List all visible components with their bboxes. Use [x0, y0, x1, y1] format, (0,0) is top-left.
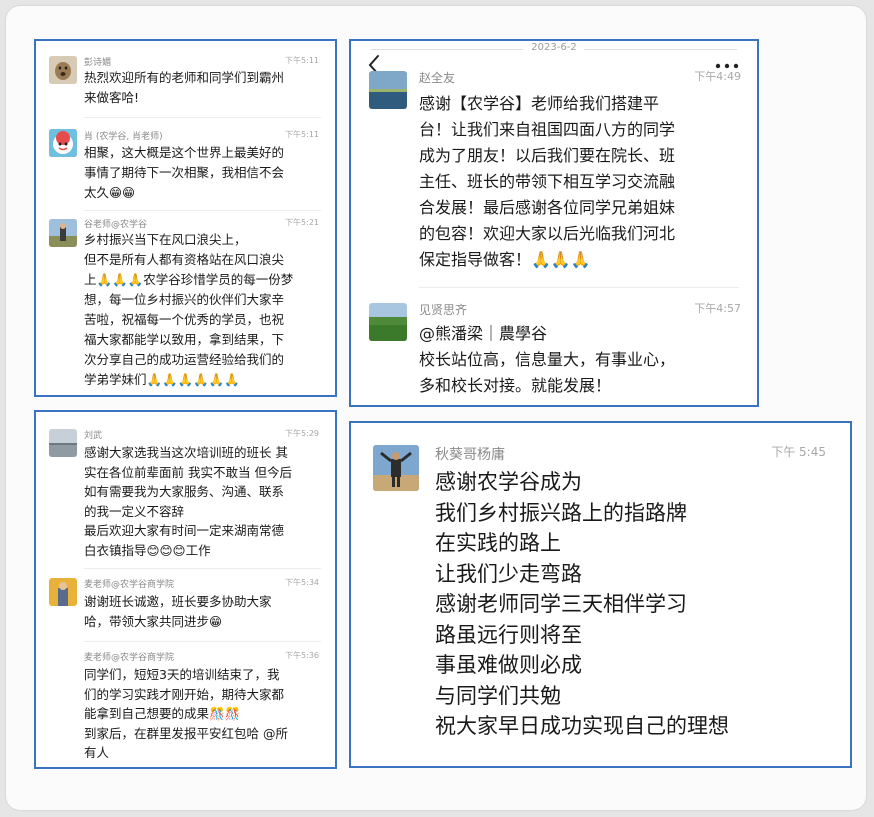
- sender-name: 麦老师@农学谷商学院: [84, 580, 175, 590]
- message-text: 同学们，短短3天的培训结束了，我 们的学习实践才刚开始，期待大家都 能拿到自己想…: [84, 667, 288, 760]
- divider: [84, 568, 321, 569]
- sender-name: 彭诗媚: [84, 58, 112, 68]
- message-text: @熊潘梁｜農學谷 校长站位高，信息量大，有事业心， 多和校长对接。就能发展！: [419, 324, 676, 395]
- sender-name: 刘武: [84, 431, 103, 441]
- message-time: 下午5:11: [285, 56, 319, 65]
- divider: [84, 210, 321, 211]
- avatar[interactable]: [49, 219, 77, 247]
- avatar[interactable]: [369, 303, 407, 341]
- sender-name: 秋葵哥杨庸: [435, 447, 505, 463]
- avatar[interactable]: [49, 578, 77, 606]
- message-time: 下午5:21: [285, 218, 319, 227]
- message-text: 感谢农学谷成为 我们乡村振兴路上的指路牌 在实践的路上 让我们少走弯路 感谢老师…: [435, 470, 729, 738]
- chat-panel-4: 秋葵哥杨庸 下午 5:45 感谢农学谷成为 我们乡村振兴路上的指路牌 在实践的路…: [349, 421, 852, 768]
- message-time: 下午 5:45: [771, 445, 826, 459]
- divider: [419, 287, 739, 288]
- message-text: 乡村振兴当下在风口浪尖上， 但不是所有人都有资格站在风口浪尖 上🙏🙏🙏农学谷珍惜…: [84, 232, 294, 387]
- divider: [84, 641, 321, 642]
- sender-name: 谷老师@农学谷: [84, 220, 148, 230]
- sender-name: 肖 (农学谷, 肖老师): [84, 132, 163, 142]
- message-time: 下午4:49: [694, 70, 741, 83]
- avatar[interactable]: [373, 445, 419, 491]
- chat-panel-1: 彭诗媚 下午5:11 热烈欢迎所有的老师和同学们到霸州 来做客哈! 肖 (农学谷…: [34, 39, 337, 397]
- message-time: 下午5:29: [285, 429, 319, 438]
- message-text: 感谢大家选我当这次培训班的班长 其 实在各位前辈面前 我实不敢当 但今后 如有需…: [84, 445, 292, 558]
- divider: [84, 117, 321, 118]
- avatar[interactable]: [49, 429, 77, 457]
- sender-name: 麦老师@农学谷商学院: [84, 653, 175, 663]
- message-text: 感谢【农学谷】老师给我们搭建平 台！让我们来自祖国四面八方的同学 成为了朋友！以…: [419, 94, 676, 269]
- message-text: 谢谢班长诚邀，班长要多协助大家 哈，带领大家共同进步😁: [84, 594, 272, 629]
- message-time: 下午5:34: [285, 578, 319, 587]
- avatar[interactable]: [49, 56, 77, 84]
- date-divider: 2023-6-2: [351, 42, 757, 54]
- sender-name: 赵全友: [419, 71, 456, 85]
- message-text: 相聚，这大概是这个世界上最美好的 事情了期待下一次相聚，我相信不会 太久😁😁: [84, 145, 285, 200]
- chat-panel-3: 刘武 下午5:29 感谢大家选我当这次培训班的班长 其 实在各位前辈面前 我实不…: [34, 410, 337, 769]
- avatar[interactable]: [369, 71, 407, 109]
- chat-panel-2: 2023-6-2 赵全友 下午4:49 感谢【农学谷】老师给我们搭建平 台！让我…: [349, 39, 759, 407]
- message-time: 下午5:11: [285, 130, 319, 139]
- sender-name: 见贤思齐: [419, 303, 468, 317]
- message-time: 下午5:36: [285, 651, 319, 660]
- message-time: 下午4:57: [694, 302, 741, 315]
- avatar[interactable]: [49, 129, 77, 157]
- date-label: 2023-6-2: [523, 42, 585, 53]
- message-text: 热烈欢迎所有的老师和同学们到霸州 来做客哈!: [84, 70, 285, 105]
